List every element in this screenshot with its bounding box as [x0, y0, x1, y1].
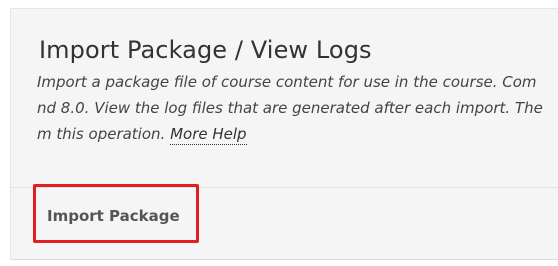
- description-line-3-text: m this operation.: [37, 125, 166, 143]
- description-line-2: nd 8.0. View the log files that are gene…: [37, 99, 543, 117]
- description-line-1: Import a package file of course content …: [37, 73, 537, 91]
- highlight-annotation-box: [33, 184, 199, 243]
- page-title: Import Package / View Logs: [39, 36, 372, 64]
- more-help-link[interactable]: More Help: [170, 125, 247, 145]
- page-description: Import a package file of course content …: [37, 69, 558, 147]
- description-line-3: m this operation. More Help: [37, 121, 558, 147]
